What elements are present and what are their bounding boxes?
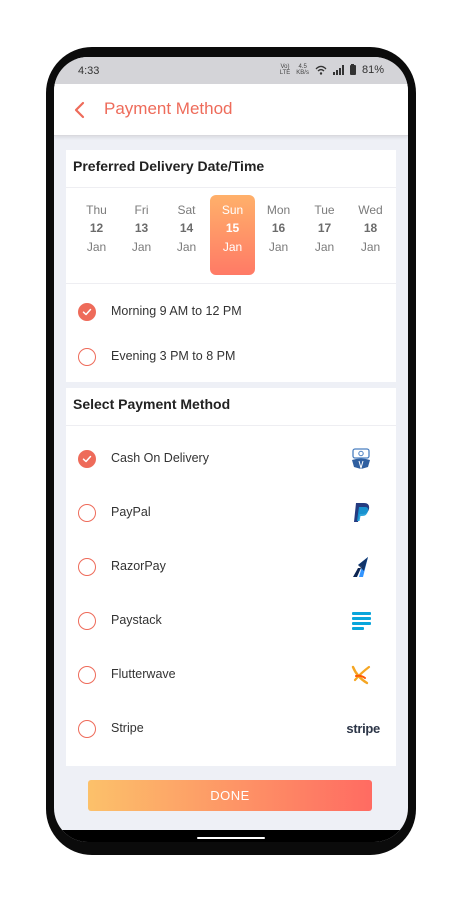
payment-flutterwave[interactable]: Flutterwave [66,657,396,693]
day-fri[interactable]: Fri 13 Jan [119,195,164,275]
payment-paystack[interactable]: Paystack [66,603,396,639]
status-bar: 4:33 Vo) LTE 4.5 KB/s 81% [54,57,408,84]
paystack-icon [352,612,371,630]
payment-label: PayPal [111,505,151,519]
delivery-card: Preferred Delivery Date/Time Thu 12 Jan … [66,150,396,382]
radio-unchecked-icon[interactable] [78,666,96,684]
radio-unchecked-icon[interactable] [78,720,96,738]
app-screen: 4:33 Vo) LTE 4.5 KB/s 81% Payment Method… [54,57,408,842]
razorpay-icon [353,557,368,577]
back-arrow-icon[interactable] [70,100,90,120]
payment-card: Select Payment Method Cash On Delivery P… [66,388,396,766]
payment-label: RazorPay [111,559,166,573]
stripe-logo: stripe [346,721,380,736]
day-thu[interactable]: Thu 12 Jan [74,195,119,275]
flutterwave-icon [351,665,371,685]
day-tue[interactable]: Tue 17 Jan [302,195,347,275]
volte-indicator: Vo) LTE [279,64,291,76]
radio-checked-icon[interactable] [78,303,96,321]
payment-label: Cash On Delivery [111,451,209,465]
payment-cod[interactable]: Cash On Delivery [66,441,396,477]
navigation-bar [54,830,408,842]
payment-label: Stripe [111,721,144,735]
payment-title: Select Payment Method [73,396,231,412]
day-wed[interactable]: Wed 18 Jan [348,195,393,275]
signal-icon [332,65,344,75]
battery-percent: 81% [361,64,384,76]
payment-label: Paystack [111,613,162,627]
payment-razorpay[interactable]: RazorPay [66,549,396,585]
divider [66,425,396,426]
wifi-icon [315,65,327,75]
slot-morning[interactable]: Morning 9 AM to 12 PM [66,294,396,330]
cash-on-delivery-icon [352,448,370,470]
battery-icon [349,63,356,75]
payment-stripe[interactable]: Stripe stripe [66,711,396,747]
payment-label: Flutterwave [111,667,176,681]
slot-label: Morning 9 AM to 12 PM [111,304,242,318]
radio-unchecked-icon[interactable] [78,612,96,630]
day-sun-selected[interactable]: Sun 15 Jan [210,195,255,275]
radio-checked-icon[interactable] [78,450,96,468]
divider [66,283,396,284]
slot-label: Evening 3 PM to 8 PM [111,349,236,363]
slot-evening[interactable]: Evening 3 PM to 8 PM [66,339,396,375]
divider [66,187,396,188]
status-icons: Vo) LTE 4.5 KB/s 81% [279,63,384,76]
home-indicator[interactable] [197,837,265,839]
day-mon[interactable]: Mon 16 Jan [256,195,301,275]
network-speed: 4.5 KB/s [296,64,309,76]
radio-unchecked-icon[interactable] [78,504,96,522]
app-bar: Payment Method [54,84,408,136]
page-title: Payment Method [104,99,233,118]
payment-paypal[interactable]: PayPal [66,495,396,531]
paypal-icon [354,503,370,522]
status-time: 4:33 [78,65,100,77]
date-picker: Thu 12 Jan Fri 13 Jan Sat 14 Jan Sun 15 … [66,195,396,275]
delivery-title: Preferred Delivery Date/Time [73,158,265,174]
radio-unchecked-icon[interactable] [78,348,96,366]
day-sat[interactable]: Sat 14 Jan [164,195,209,275]
done-button[interactable]: DONE [88,780,372,811]
radio-unchecked-icon[interactable] [78,558,96,576]
